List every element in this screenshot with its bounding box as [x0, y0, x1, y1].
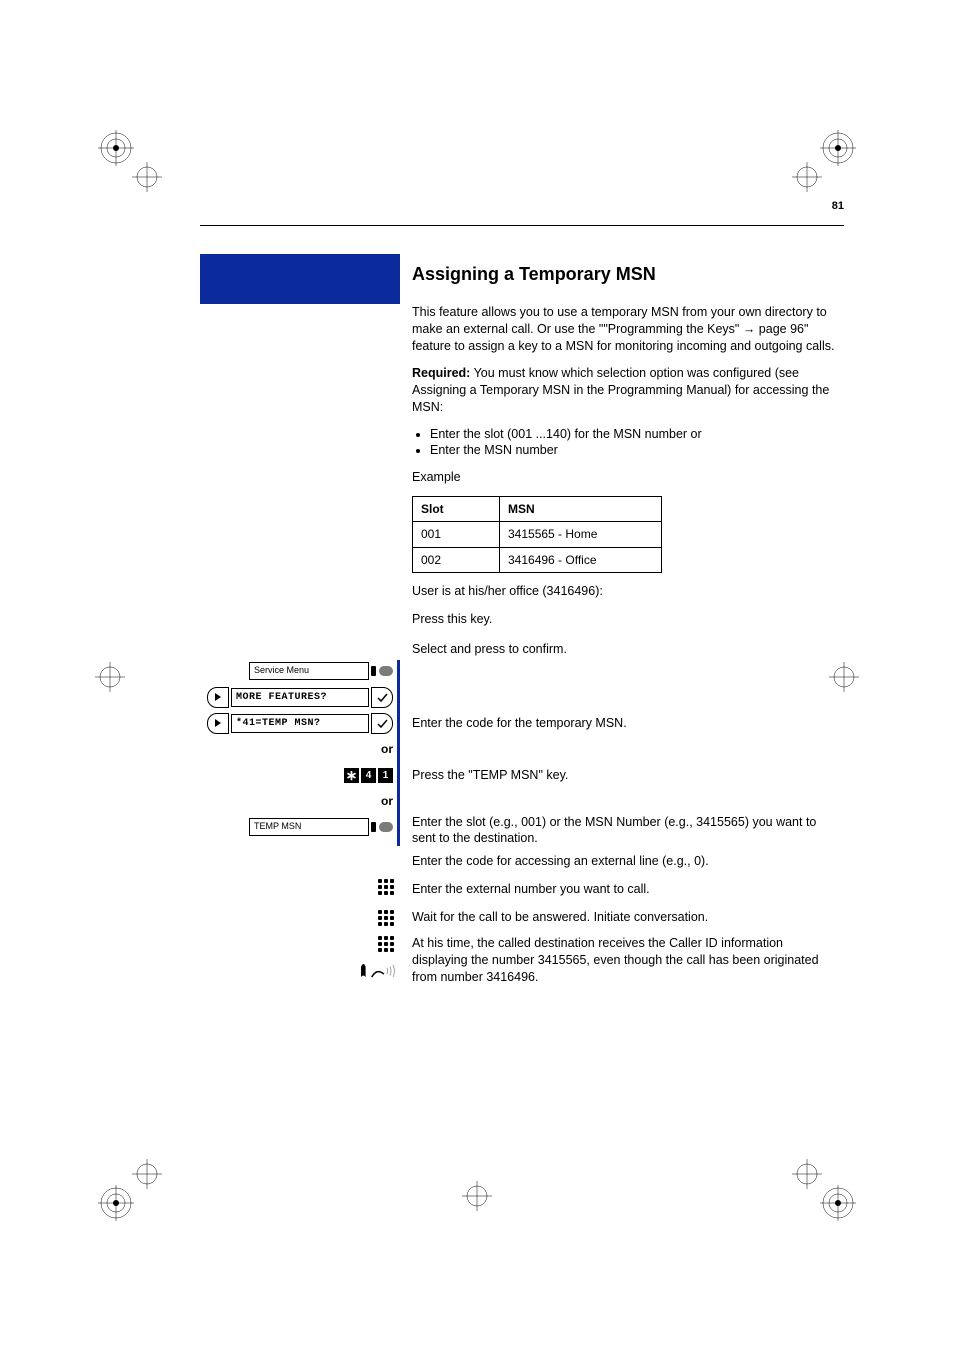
- crosshair-icon: [462, 1181, 492, 1211]
- step-press-this-key: Press this key.: [412, 608, 842, 632]
- arrow-right-icon: →: [743, 322, 756, 336]
- display-temp-msn-code: *41=TEMP MSN?: [231, 714, 369, 733]
- step-select-confirm: Select and press to confirm.: [412, 638, 842, 662]
- confirm-check-icon: [371, 687, 393, 708]
- table-row: 001 3415565 - Home: [413, 522, 662, 547]
- key-indicator-bar-icon: [371, 822, 376, 832]
- keypad-icon: [378, 879, 396, 897]
- required-label: Required:: [412, 366, 470, 380]
- step-enter-code-temp: Enter the code for the temporary MSN.: [412, 712, 842, 736]
- example-label: Example: [412, 469, 842, 486]
- or-label: or: [200, 742, 397, 756]
- bullet-item: Enter the slot (001 ...140) for the MSN …: [430, 426, 842, 443]
- step-text: Press the "TEMP MSN" key.: [412, 767, 568, 784]
- intro-paragraph: This feature allows you to use a tempora…: [412, 304, 842, 355]
- key-1-icon: 1: [378, 768, 393, 783]
- page-content: Service Menu MORE FEATURES? *41=TEM: [200, 254, 835, 996]
- table-row: 002 3416496 - Office: [413, 547, 662, 572]
- section-heading: Assigning a Temporary MSN: [412, 262, 842, 286]
- talk-audio-icon: [358, 961, 396, 981]
- step-text: Press this key.: [412, 611, 492, 628]
- right-column: Assigning a Temporary MSN This feature a…: [400, 254, 842, 996]
- left-column: Service Menu MORE FEATURES? *41=TEM: [200, 254, 400, 996]
- step-text: Wait for the call to be answered. Initia…: [412, 909, 708, 926]
- td-slot: 001: [413, 522, 500, 547]
- key-oval-icon: [379, 666, 393, 676]
- step-text: Enter the external number you want to ca…: [412, 881, 650, 898]
- step-enter-ext-code: Enter the code for accessing an external…: [412, 849, 842, 873]
- or-label: or: [200, 794, 397, 808]
- step-text: Select and press to confirm.: [412, 641, 567, 658]
- td-slot: 002: [413, 547, 500, 572]
- td-msn: 3415565 - Home: [500, 522, 662, 547]
- th-slot: Slot: [413, 497, 500, 522]
- caller-id-note: At his time, the called destination rece…: [412, 935, 842, 986]
- crosshair-icon: [792, 162, 822, 192]
- step-wait-call: Wait for the call to be answered. Initia…: [412, 905, 842, 929]
- step-text: Enter the code for accessing an external…: [412, 853, 709, 870]
- crosshair-icon: [95, 662, 125, 692]
- key-star-icon: ∗: [344, 768, 359, 783]
- key-oval-icon: [379, 822, 393, 832]
- temp-msn-key-label: TEMP MSN: [249, 818, 369, 836]
- step-text: Enter the code for the temporary MSN.: [412, 715, 627, 732]
- heading-blue-block: [200, 254, 400, 304]
- registration-mark-bl: [98, 1185, 134, 1221]
- bullet-item: Enter the MSN number: [430, 442, 842, 459]
- required-text: You must know which selection option was…: [412, 366, 829, 414]
- step-press-temp-key: Press the "TEMP MSN" key.: [412, 764, 842, 788]
- table-header-row: Slot MSN: [413, 497, 662, 522]
- user-office-line: User is at his/her office (3416496):: [412, 583, 842, 600]
- td-msn: 3416496 - Office: [500, 547, 662, 572]
- procedure-left: Service Menu MORE FEATURES? *41=TEM: [200, 660, 400, 846]
- page-number: 81: [832, 200, 844, 212]
- forward-arrow-icon: [207, 713, 229, 734]
- crosshair-icon: [132, 1159, 162, 1189]
- keypad-icon: [378, 910, 396, 928]
- required-bullets: Enter the slot (001 ...140) for the MSN …: [412, 426, 842, 460]
- code-keys: ∗ 4 1: [344, 768, 393, 783]
- crosshair-icon: [132, 162, 162, 192]
- service-menu-label: Service Menu: [249, 662, 369, 680]
- key-4-icon: 4: [361, 768, 376, 783]
- msn-example-table: Slot MSN 001 3415565 - Home 002 3416496 …: [412, 496, 662, 573]
- key-indicator-bar-icon: [371, 666, 376, 676]
- forward-arrow-icon: [207, 687, 229, 708]
- registration-mark-tr: [820, 130, 856, 166]
- confirm-check-icon: [371, 713, 393, 734]
- crosshair-icon: [792, 1159, 822, 1189]
- step-enter-slot: Enter the slot (e.g., 001) or the MSN Nu…: [412, 814, 842, 848]
- registration-mark-tl: [98, 130, 134, 166]
- horizontal-rule: [200, 225, 844, 226]
- display-more-features: MORE FEATURES?: [231, 688, 369, 707]
- registration-mark-br: [820, 1185, 856, 1221]
- step-enter-ext-num: Enter the external number you want to ca…: [412, 877, 842, 901]
- keypad-icon: [378, 936, 396, 954]
- step-text: Enter the slot (e.g., 001) or the MSN Nu…: [412, 814, 842, 848]
- required-paragraph: Required: You must know which selection …: [412, 365, 842, 416]
- th-msn: MSN: [500, 497, 662, 522]
